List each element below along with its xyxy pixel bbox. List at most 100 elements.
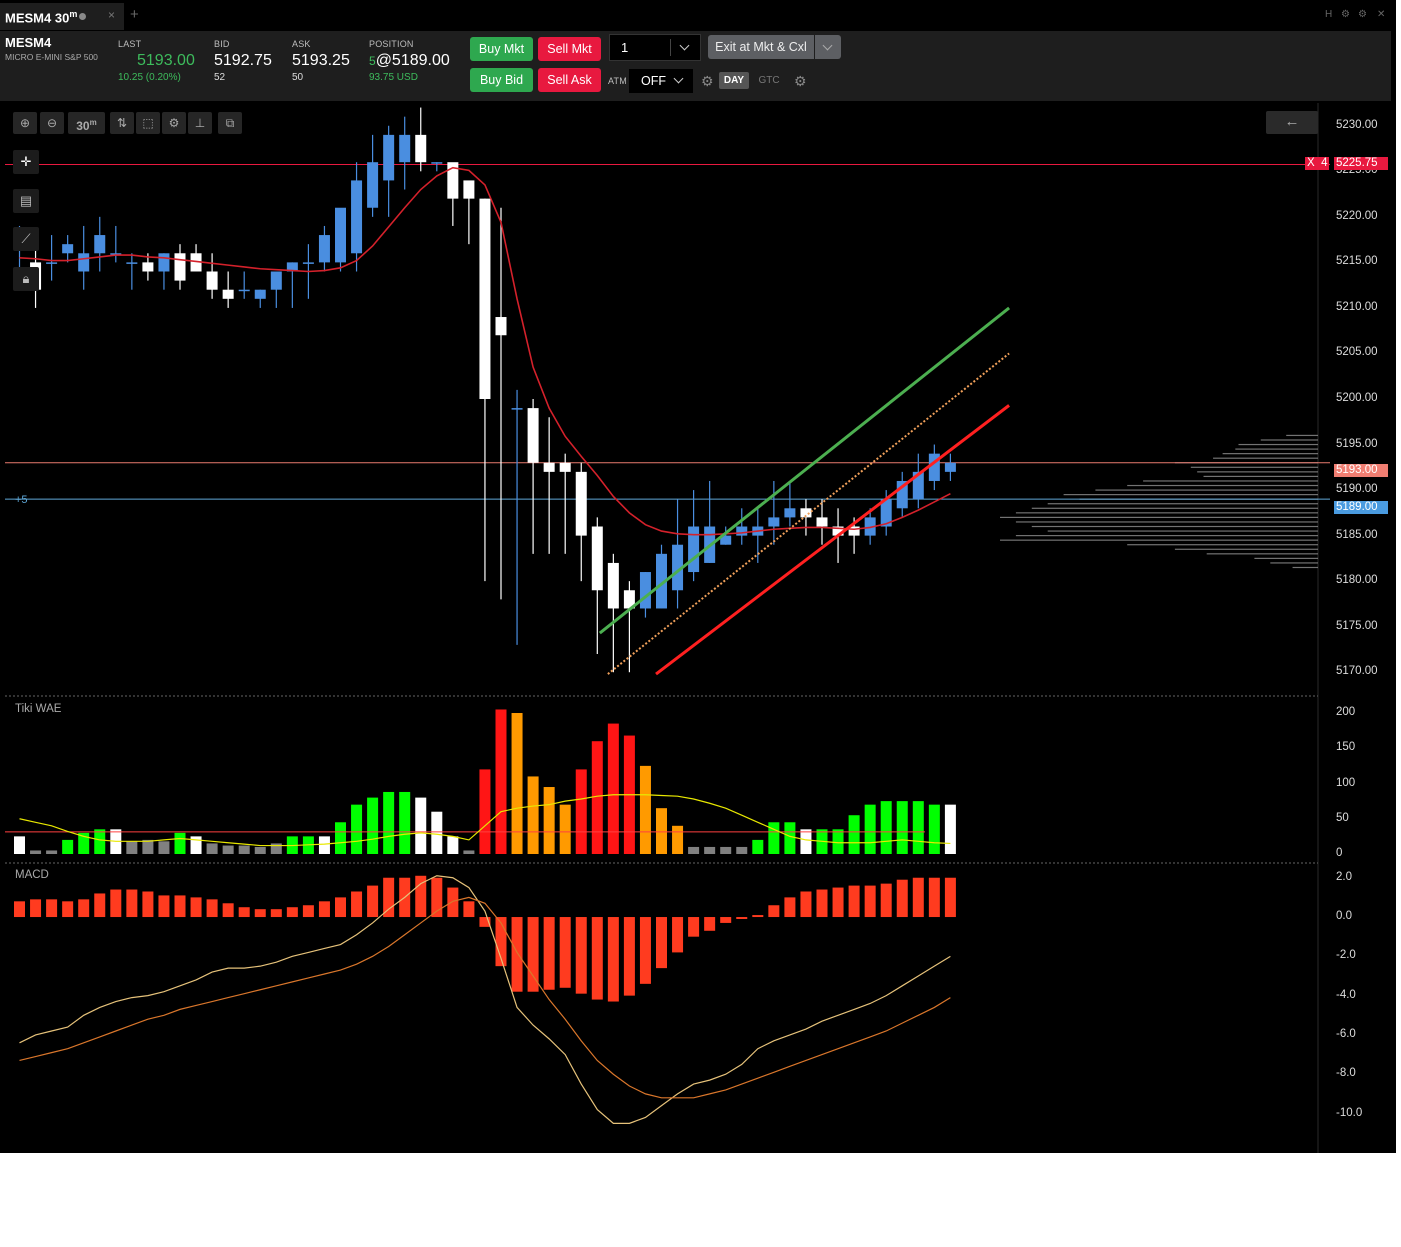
price-axis-label: 5200.00 xyxy=(1336,392,1378,404)
select-area-icon[interactable]: ⬚ xyxy=(136,112,160,134)
atm-label: ATM xyxy=(608,76,627,86)
tab-close-icon[interactable]: × xyxy=(108,8,115,22)
chart-settings-icon[interactable]: ⚙ xyxy=(162,112,186,134)
macd-histogram-bar xyxy=(688,917,700,937)
macd-histogram-bar xyxy=(62,901,74,918)
back-arrow-icon[interactable]: ← xyxy=(1266,111,1318,134)
interval-button[interactable]: 30m xyxy=(68,112,105,134)
macd-histogram-bar xyxy=(591,917,603,1000)
notes-icon[interactable]: ▤ xyxy=(13,189,39,213)
exit-dropdown[interactable] xyxy=(815,35,841,59)
draw-line-icon[interactable]: ⟋ xyxy=(13,227,39,251)
order-settings-gear-icon[interactable]: ⚙ xyxy=(794,73,807,90)
wae-bar xyxy=(880,801,892,854)
last-price-tag: 5193.00 xyxy=(1334,464,1388,477)
candle-body xyxy=(736,526,748,536)
wae-bar xyxy=(431,811,443,854)
volume-profile-bar xyxy=(1143,480,1318,482)
candle-body xyxy=(688,526,700,573)
indicators-icon[interactable]: ⊥ xyxy=(188,112,212,134)
volume-profile-bar xyxy=(1203,475,1318,478)
macd-histogram-bar xyxy=(607,917,619,1002)
wae-bar xyxy=(527,776,539,854)
sell-ask-button[interactable]: Sell Ask xyxy=(538,68,601,92)
order-flow-icon[interactable]: ⇅ xyxy=(110,112,134,134)
template-icon[interactable]: ⧉ xyxy=(218,112,242,134)
exit-at-market-button[interactable]: Exit at Mkt & Cxl xyxy=(708,35,814,59)
trading-app: MESM4 30m × + H ⚙ ⚙ ✕ MESM4 MICRO E-MINI… xyxy=(0,0,1396,1153)
tab-mesm4[interactable]: MESM4 30m × xyxy=(0,3,124,30)
window-h-icon[interactable]: H xyxy=(1325,9,1332,20)
candle-body xyxy=(527,408,539,463)
macd-histogram-bar xyxy=(110,889,122,918)
macd-histogram-bar xyxy=(351,891,363,918)
lock-icon[interactable]: 🔒︎ xyxy=(13,267,39,291)
wae-bar xyxy=(142,839,154,854)
position-label: POSITION xyxy=(369,39,414,49)
macd-histogram-bar xyxy=(864,885,876,918)
macd-histogram-bar xyxy=(206,899,218,918)
chart-area[interactable]: ⊕ ⊖ 30m ⇅ ⬚ ⚙ ⊥ ⧉ ✛ ▤ ⟋ 🔒︎ ← 5230.00 5225… xyxy=(0,103,1396,1153)
atm-value: OFF xyxy=(641,74,666,88)
candle-body xyxy=(126,262,138,264)
position-price-tag: 5189.00 xyxy=(1334,501,1388,514)
tif-gtc-button[interactable]: GTC xyxy=(752,72,786,89)
sell-market-button[interactable]: Sell Mkt xyxy=(538,37,601,61)
chart-canvas[interactable] xyxy=(0,103,1396,1153)
macd-histogram-bar xyxy=(126,889,138,918)
chevron-down-icon[interactable] xyxy=(679,40,690,51)
candle-body xyxy=(302,262,314,264)
bid-label: BID xyxy=(214,39,230,49)
wae-axis-label: 0 xyxy=(1336,847,1343,859)
macd-histogram-bar xyxy=(543,917,555,990)
zoom-out-icon[interactable]: ⊖ xyxy=(40,112,64,134)
price-axis-label: 5185.00 xyxy=(1336,528,1378,541)
wae-bar xyxy=(896,801,908,854)
macd-histogram-bar xyxy=(142,891,154,918)
volume-profile-bar xyxy=(1015,512,1318,514)
wae-bar xyxy=(415,797,427,854)
candle-body xyxy=(222,289,234,299)
candle-body xyxy=(335,207,346,263)
new-tab-icon[interactable]: + xyxy=(130,6,139,23)
buy-market-button[interactable]: Buy Mkt xyxy=(470,37,533,61)
macd-histogram-bar xyxy=(270,909,282,918)
candle-body xyxy=(238,289,250,292)
candle-body xyxy=(94,235,106,254)
macd-histogram-bar xyxy=(383,877,395,918)
atm-selector[interactable]: OFF xyxy=(629,69,693,93)
crosshair-icon[interactable]: ✛ xyxy=(13,150,39,174)
volume-profile-bar xyxy=(1190,466,1318,468)
window-close-icon[interactable]: ✕ xyxy=(1377,9,1385,20)
candle-body xyxy=(142,262,154,272)
tif-day-button[interactable]: DAY xyxy=(719,72,749,89)
position-price: @5189.00 xyxy=(375,52,450,69)
volume-profile-bar xyxy=(1206,553,1318,555)
wae-bar xyxy=(238,845,250,854)
wae-bar xyxy=(447,836,459,854)
zoom-in-icon[interactable]: ⊕ xyxy=(13,112,37,134)
wae-bar xyxy=(543,787,555,854)
instrument-symbol[interactable]: MESM4 xyxy=(5,35,51,50)
order-tag-cancel-icon[interactable]: X xyxy=(1307,157,1315,169)
window-gear-icon[interactable]: ⚙ xyxy=(1341,9,1350,20)
candle-body xyxy=(206,271,218,290)
buy-bid-button[interactable]: Buy Bid xyxy=(470,68,533,92)
wae-bar xyxy=(206,843,218,854)
atm-gear-icon[interactable]: ⚙ xyxy=(701,73,714,90)
wae-bar xyxy=(944,804,956,854)
macd-histogram-bar xyxy=(720,917,732,923)
wae-bar xyxy=(254,846,266,854)
price-axis-label: 5195.00 xyxy=(1336,437,1378,450)
candle-body xyxy=(944,462,956,472)
macd-axis-label: 0.0 xyxy=(1336,910,1352,923)
order-tag[interactable]: X 4 xyxy=(1305,157,1329,170)
price-axis-label: 5220.00 xyxy=(1336,209,1378,222)
tab-title: MESM4 30m xyxy=(5,9,78,26)
ask-price: 5193.25 xyxy=(292,52,350,69)
window-settings-icon[interactable]: ⚙ xyxy=(1358,9,1367,20)
candle-body xyxy=(511,408,523,410)
order-price-tag[interactable]: 5225.75 xyxy=(1334,157,1388,170)
quantity-selector[interactable]: 1 xyxy=(609,34,701,61)
macd-histogram-bar xyxy=(463,901,475,918)
